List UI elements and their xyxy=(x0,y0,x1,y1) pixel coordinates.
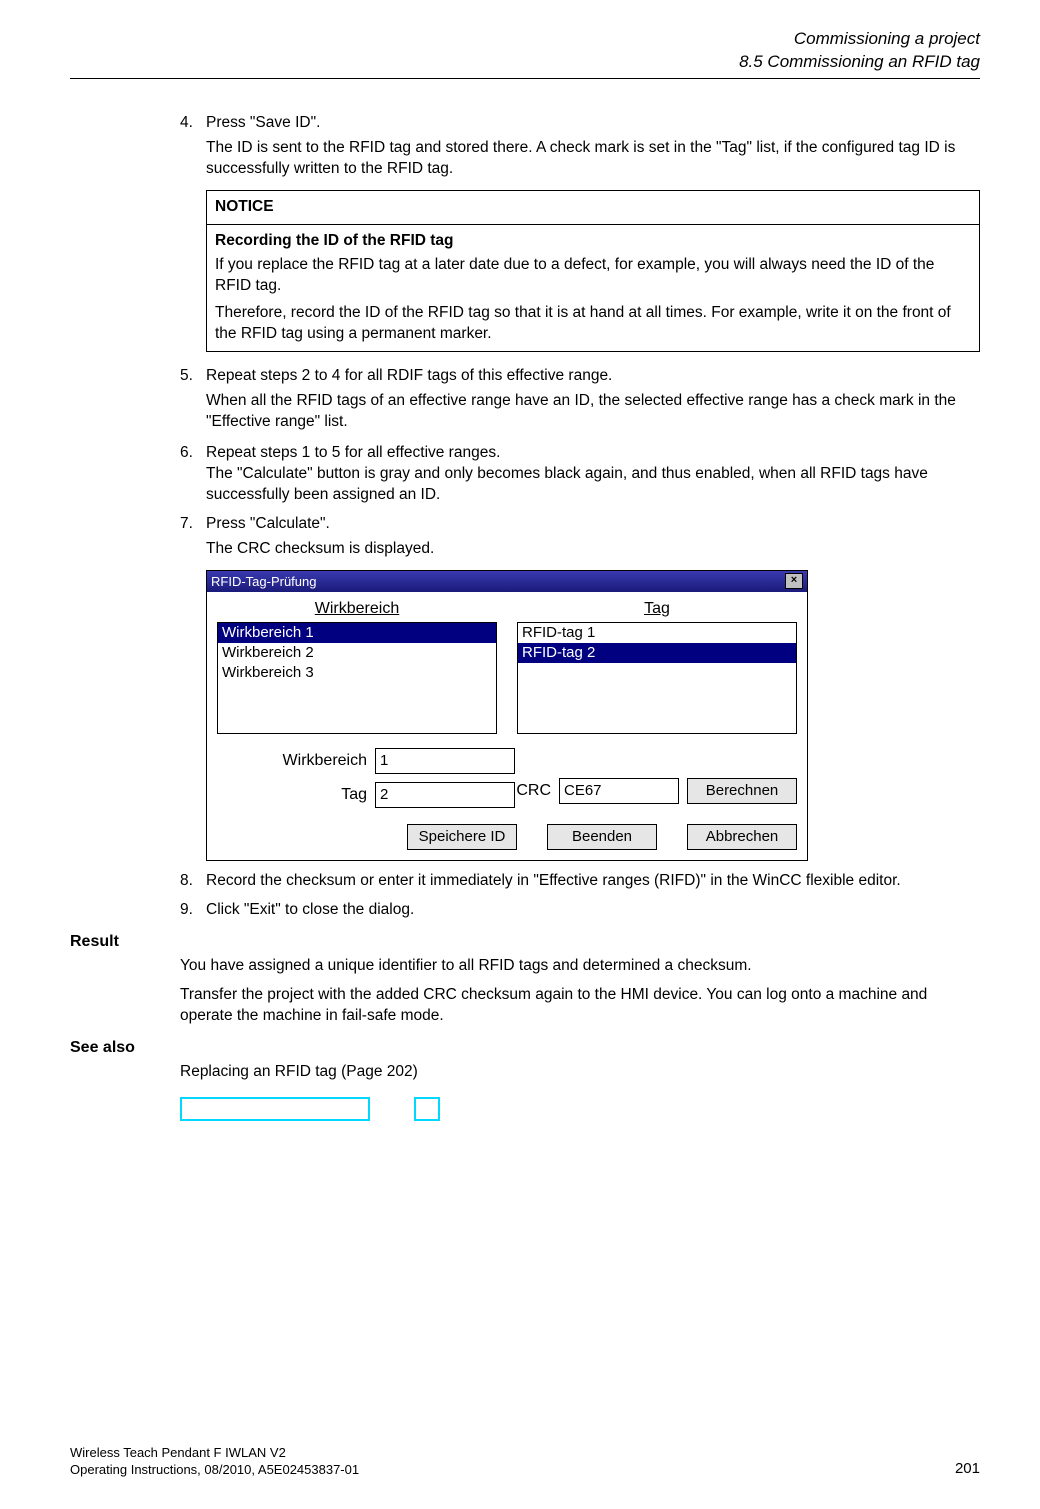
step-8: 8. Record the checksum or enter it immed… xyxy=(180,871,980,892)
notice-subtitle: Recording the ID of the RFID tag xyxy=(215,231,971,252)
footer-product: Wireless Teach Pendant F IWLAN V2 xyxy=(70,1445,359,1462)
result-p1: You have assigned a unique identifier to… xyxy=(180,956,980,977)
tag-input[interactable] xyxy=(375,782,515,808)
step-9: 9. Click "Exit" to close the dialog. xyxy=(180,900,980,921)
step-number: 7. xyxy=(180,514,206,535)
list-item[interactable]: RFID-tag 2 xyxy=(518,643,796,663)
footer-docinfo: Operating Instructions, 08/2010, A5E0245… xyxy=(70,1462,359,1479)
step-number: 5. xyxy=(180,366,206,387)
notice-box: NOTICE Recording the ID of the RFID tag … xyxy=(206,190,980,353)
step-number: 4. xyxy=(180,113,206,134)
seealso-link: Replacing an RFID tag (Page 202) xyxy=(180,1062,980,1083)
result-p2: Transfer the project with the added CRC … xyxy=(180,985,980,1027)
tag-label: Tag xyxy=(217,784,367,806)
beenden-button[interactable]: Beenden xyxy=(547,824,657,850)
page-footer: Wireless Teach Pendant F IWLAN V2 Operat… xyxy=(70,1445,980,1479)
step-5: 5. Repeat steps 2 to 4 for all RDIF tags… xyxy=(180,366,980,433)
step-desc: When all the RFID tags of an effective r… xyxy=(206,391,980,433)
step-6: 6. Repeat steps 1 to 5 for all effective… xyxy=(180,443,980,506)
step-text: Press "Save ID". xyxy=(206,113,980,134)
annotation-boxes xyxy=(180,1097,980,1121)
wirkbereich-header: Wirkbereich xyxy=(217,598,497,620)
page-number: 201 xyxy=(955,1459,980,1479)
step-7: 7. Press "Calculate". The CRC checksum i… xyxy=(180,514,980,560)
wirkbereich-list[interactable]: Wirkbereich 1 Wirkbereich 2 Wirkbereich … xyxy=(217,622,497,734)
seealso-heading: See also xyxy=(70,1037,980,1059)
step-number: 8. xyxy=(180,871,206,892)
dialog-titlebar: RFID-Tag-Prüfung × xyxy=(207,571,807,593)
step-text: Press "Calculate". xyxy=(206,514,980,535)
step-text: Repeat steps 2 to 4 for all RDIF tags of… xyxy=(206,366,980,387)
berechnen-button[interactable]: Berechnen xyxy=(687,778,797,804)
tag-list[interactable]: RFID-tag 1 RFID-tag 2 xyxy=(517,622,797,734)
wirkbereich-label: Wirkbereich xyxy=(217,750,367,772)
notice-p2: Therefore, record the ID of the RFID tag… xyxy=(215,303,971,345)
step-text: Record the checksum or enter it immediat… xyxy=(206,871,980,892)
close-icon[interactable]: × xyxy=(785,573,803,589)
list-item[interactable]: Wirkbereich 3 xyxy=(218,663,496,683)
notice-title: NOTICE xyxy=(207,190,980,224)
step-text-main: Repeat steps 1 to 5 for all effective ra… xyxy=(206,444,500,461)
tag-header: Tag xyxy=(517,598,797,620)
list-item[interactable]: Wirkbereich 2 xyxy=(218,643,496,663)
notice-body: Recording the ID of the RFID tag If you … xyxy=(207,224,980,352)
chapter-title: Commissioning a project xyxy=(70,28,980,51)
section-title: 8.5 Commissioning an RFID tag xyxy=(70,51,980,74)
list-item[interactable]: RFID-tag 1 xyxy=(518,623,796,643)
list-item[interactable]: Wirkbereich 1 xyxy=(218,623,496,643)
abbrechen-button[interactable]: Abbrechen xyxy=(687,824,797,850)
result-heading: Result xyxy=(70,931,980,953)
page-header: Commissioning a project 8.5 Commissionin… xyxy=(70,28,980,79)
step-desc: The ID is sent to the RFID tag and store… xyxy=(206,138,980,180)
step-desc: The CRC checksum is displayed. xyxy=(206,539,980,560)
annotation-box xyxy=(180,1097,370,1121)
notice-p1: If you replace the RFID tag at a later d… xyxy=(215,255,971,297)
step-4: 4. Press "Save ID". The ID is sent to th… xyxy=(180,113,980,352)
dialog-title: RFID-Tag-Prüfung xyxy=(211,573,316,591)
step-text-extra: The "Calculate" button is gray and only … xyxy=(206,465,928,503)
speichere-id-button[interactable]: Speichere ID xyxy=(407,824,517,850)
step-text: Repeat steps 1 to 5 for all effective ra… xyxy=(206,443,980,506)
crc-input[interactable] xyxy=(559,778,679,804)
step-number: 6. xyxy=(180,443,206,464)
crc-label: CRC xyxy=(516,780,551,802)
annotation-box xyxy=(414,1097,440,1121)
rfid-dialog: RFID-Tag-Prüfung × Wirkbereich Wirkberei… xyxy=(206,570,808,861)
step-number: 9. xyxy=(180,900,206,921)
step-text: Click "Exit" to close the dialog. xyxy=(206,900,980,921)
wirkbereich-input[interactable] xyxy=(375,748,515,774)
